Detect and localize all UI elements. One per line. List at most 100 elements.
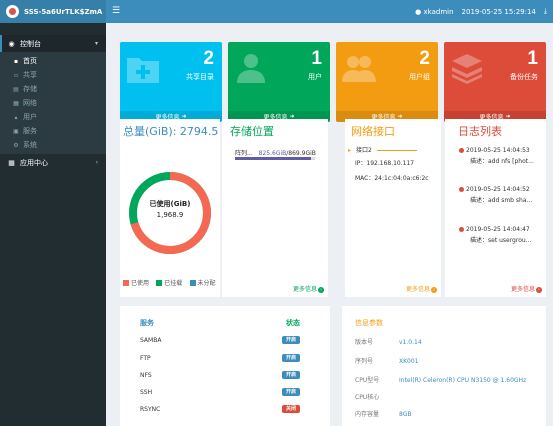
network-mac: MAC：24:1c:04:0a:c6:2c [355, 175, 429, 182]
share-label: 共享目录 [186, 73, 214, 81]
storage-location-panel: 存储位置 阵列... 825.6GiB/869.9GiB 更多信息 › [222, 119, 328, 297]
network-iface[interactable]: ▸ 接口2 [348, 145, 417, 154]
user-icon: ▴ [14, 113, 18, 121]
status-header: 状态 [286, 319, 300, 327]
chevron-down-icon: ▾ [94, 40, 98, 47]
legend-unallocated: 未分配 [189, 278, 216, 287]
log-desc: 描述：set usergrou... [470, 237, 532, 244]
array-row[interactable]: 阵列... 825.6GiB/869.9GiB [235, 148, 316, 157]
sidebar-item-user[interactable]: ▴ 用户 [0, 110, 106, 124]
storage-legend: 已使用 已挂载 未分配 [123, 278, 221, 288]
log-dot-icon [459, 227, 464, 232]
array-usage-fill [235, 157, 311, 160]
legend-mounted: 已挂载 [156, 278, 182, 287]
service-row: SSH 开启 [140, 386, 320, 398]
used-title: 已使用(GiB) [149, 200, 191, 208]
sysinfo-row: 内存容量 8GB [355, 409, 412, 418]
sysinfo-key: 内存容量 [355, 411, 380, 418]
more-info-link[interactable]: 更多信息 › [511, 284, 542, 293]
sidebar-item-share[interactable]: ▫ 共享 [0, 68, 106, 82]
info-box-backups[interactable]: 1 备份任务 更多信息 ➜ [444, 42, 546, 122]
log-dot-icon [459, 187, 464, 192]
service-name: SSH [140, 388, 153, 396]
sidebar-item-storage[interactable]: ▤ 存储 [0, 82, 106, 96]
info-box-users[interactable]: 1 用户 更多信息 ➜ [228, 42, 330, 122]
legend-label: 已使用 [131, 280, 150, 287]
sidebar-item-home[interactable]: ▪ 首页 [0, 54, 106, 68]
storage-total-title: 总量(GiB): 2794.5 [123, 125, 219, 138]
array-usage-bar [235, 157, 315, 160]
user-icon [237, 54, 265, 83]
log-desc: 描述：add nfs [phot... [470, 158, 534, 165]
info-box-groups[interactable]: 2 用户组 更多信息 ➜ [336, 42, 438, 122]
user-menu[interactable]: ● xkadmin [415, 8, 453, 16]
apps-icon: ▦ [8, 158, 15, 167]
sidebar-group-control[interactable]: ◉ 控制台 ▾ [0, 35, 106, 52]
service-name: SAMBA [140, 336, 162, 344]
sidebar-item-label: 网络 [23, 99, 37, 107]
sidebar-item-label: 服务 [23, 127, 37, 135]
sidebar-submenu: ▪ 首页 ▫ 共享 ▤ 存储 ▦ 网络 ▴ 用户 ▣ 服务 ⚙ 系统 [0, 52, 106, 154]
more-info-link[interactable]: 更多信息 › [406, 284, 437, 293]
network-title: 网络接口 [351, 125, 395, 138]
sidebar-item-network[interactable]: ▦ 网络 [0, 96, 106, 110]
sysinfo-title: 信息参数 [355, 319, 383, 327]
log-time: 2019-05-25 14:04:53 [466, 147, 530, 154]
caret-right-icon: ▸ [348, 147, 352, 154]
status-badge[interactable]: 开启 [282, 371, 300, 379]
download-icon[interactable]: ⤓ [544, 7, 547, 16]
layers-icon [452, 54, 482, 84]
service-row: RSYNC 关闭 [140, 403, 320, 415]
network-ip: IP：192.168.10.117 [355, 160, 415, 167]
username: xkadmin [423, 7, 454, 16]
network-panel: 网络接口 ▸ 接口2 IP：192.168.10.117 MAC：24:1c:0… [345, 119, 441, 297]
sysinfo-panel: 信息参数 版本号 v1.0.14 序列号 XK001 CPU型号 Intel(R) C… [342, 306, 546, 426]
log-dot-icon [459, 148, 464, 153]
sysinfo-key: 版本号 [355, 339, 374, 346]
brand[interactable]: SSS-5a6UrTLK$ZmA [0, 0, 106, 23]
sidebar-group-apps[interactable]: ▦ 应用中心 ‹ [0, 154, 106, 171]
status-badge[interactable]: 开启 [282, 336, 300, 344]
sysinfo-value: XK001 [399, 358, 419, 365]
dashboard-icon: ◉ [8, 39, 15, 48]
sysinfo-row: CPU核心 [355, 392, 399, 401]
service-header: 服务 [140, 319, 154, 327]
sysinfo-key: CPU核心 [355, 394, 380, 401]
arrow-circle-right-icon: › [431, 286, 437, 293]
sysinfo-row: CPU型号 Intel(R) Celeron(R) CPU N3150 @ 1.6… [355, 375, 526, 384]
sysinfo-row: 版本号 v1.0.14 [355, 337, 422, 346]
sysinfo-value: v1.0.14 [399, 339, 422, 346]
more-info-label: 更多信息 [405, 286, 430, 293]
services-panel: 服务 状态 SAMBA 开启 FTP 开启 NFS 开启 SSH 开启 RSYN… [120, 306, 330, 426]
sidebar-item-label: 存储 [23, 85, 37, 93]
donut-center: 已使用(GiB) 1,968.9 [125, 199, 215, 219]
service-icon: ▣ [13, 127, 19, 135]
sysinfo-key: CPU型号 [355, 377, 380, 384]
group-label: 用户组 [409, 73, 430, 81]
network-icon: ▦ [13, 99, 19, 107]
logo-icon [6, 5, 19, 18]
status-badge[interactable]: 开启 [282, 388, 300, 396]
log-time: 2019-05-25 14:04:47 [466, 226, 530, 233]
array-used: 825.6GiB [258, 150, 287, 157]
info-box-shares[interactable]: 2 共享目录 更多信息 ➜ [120, 42, 222, 122]
status-badge[interactable]: 开启 [282, 354, 300, 362]
sidebar-group-label: 应用中心 [20, 158, 48, 167]
datetime: 2019-05-25 15:29:14 [461, 7, 536, 16]
used-value: 1,968.9 [156, 211, 184, 219]
storage-total-panel: 总量(GiB): 2794.5 已使用(GiB) 1,968.9 已使用 已挂载… [120, 119, 220, 297]
sidebar-item-service[interactable]: ▣ 服务 [0, 124, 106, 138]
user-count: 1 [311, 48, 322, 69]
menu-toggle-icon[interactable]: ☰ [112, 6, 122, 16]
logs-panel: 日志列表 2019-05-25 14:04:53 描述：add nfs [pho… [445, 119, 546, 297]
service-row: NFS 开启 [140, 369, 320, 381]
more-info-link[interactable]: 更多信息 › [293, 284, 324, 293]
status-badge[interactable]: 关闭 [282, 405, 300, 413]
logs-title: 日志列表 [458, 125, 502, 138]
arrow-circle-right-icon: › [318, 286, 324, 293]
sidebar-item-system[interactable]: ⚙ 系统 [0, 138, 106, 152]
legend-used: 已使用 [123, 278, 149, 287]
log-desc: 描述：add smb sha... [470, 197, 533, 204]
sidebar: ◉ 控制台 ▾ ▪ 首页 ▫ 共享 ▤ 存储 ▦ 网络 ▴ 用户 ▣ 服务 ⚙ 系统 ▦ 应用… [0, 23, 106, 426]
group-icon [342, 56, 376, 82]
